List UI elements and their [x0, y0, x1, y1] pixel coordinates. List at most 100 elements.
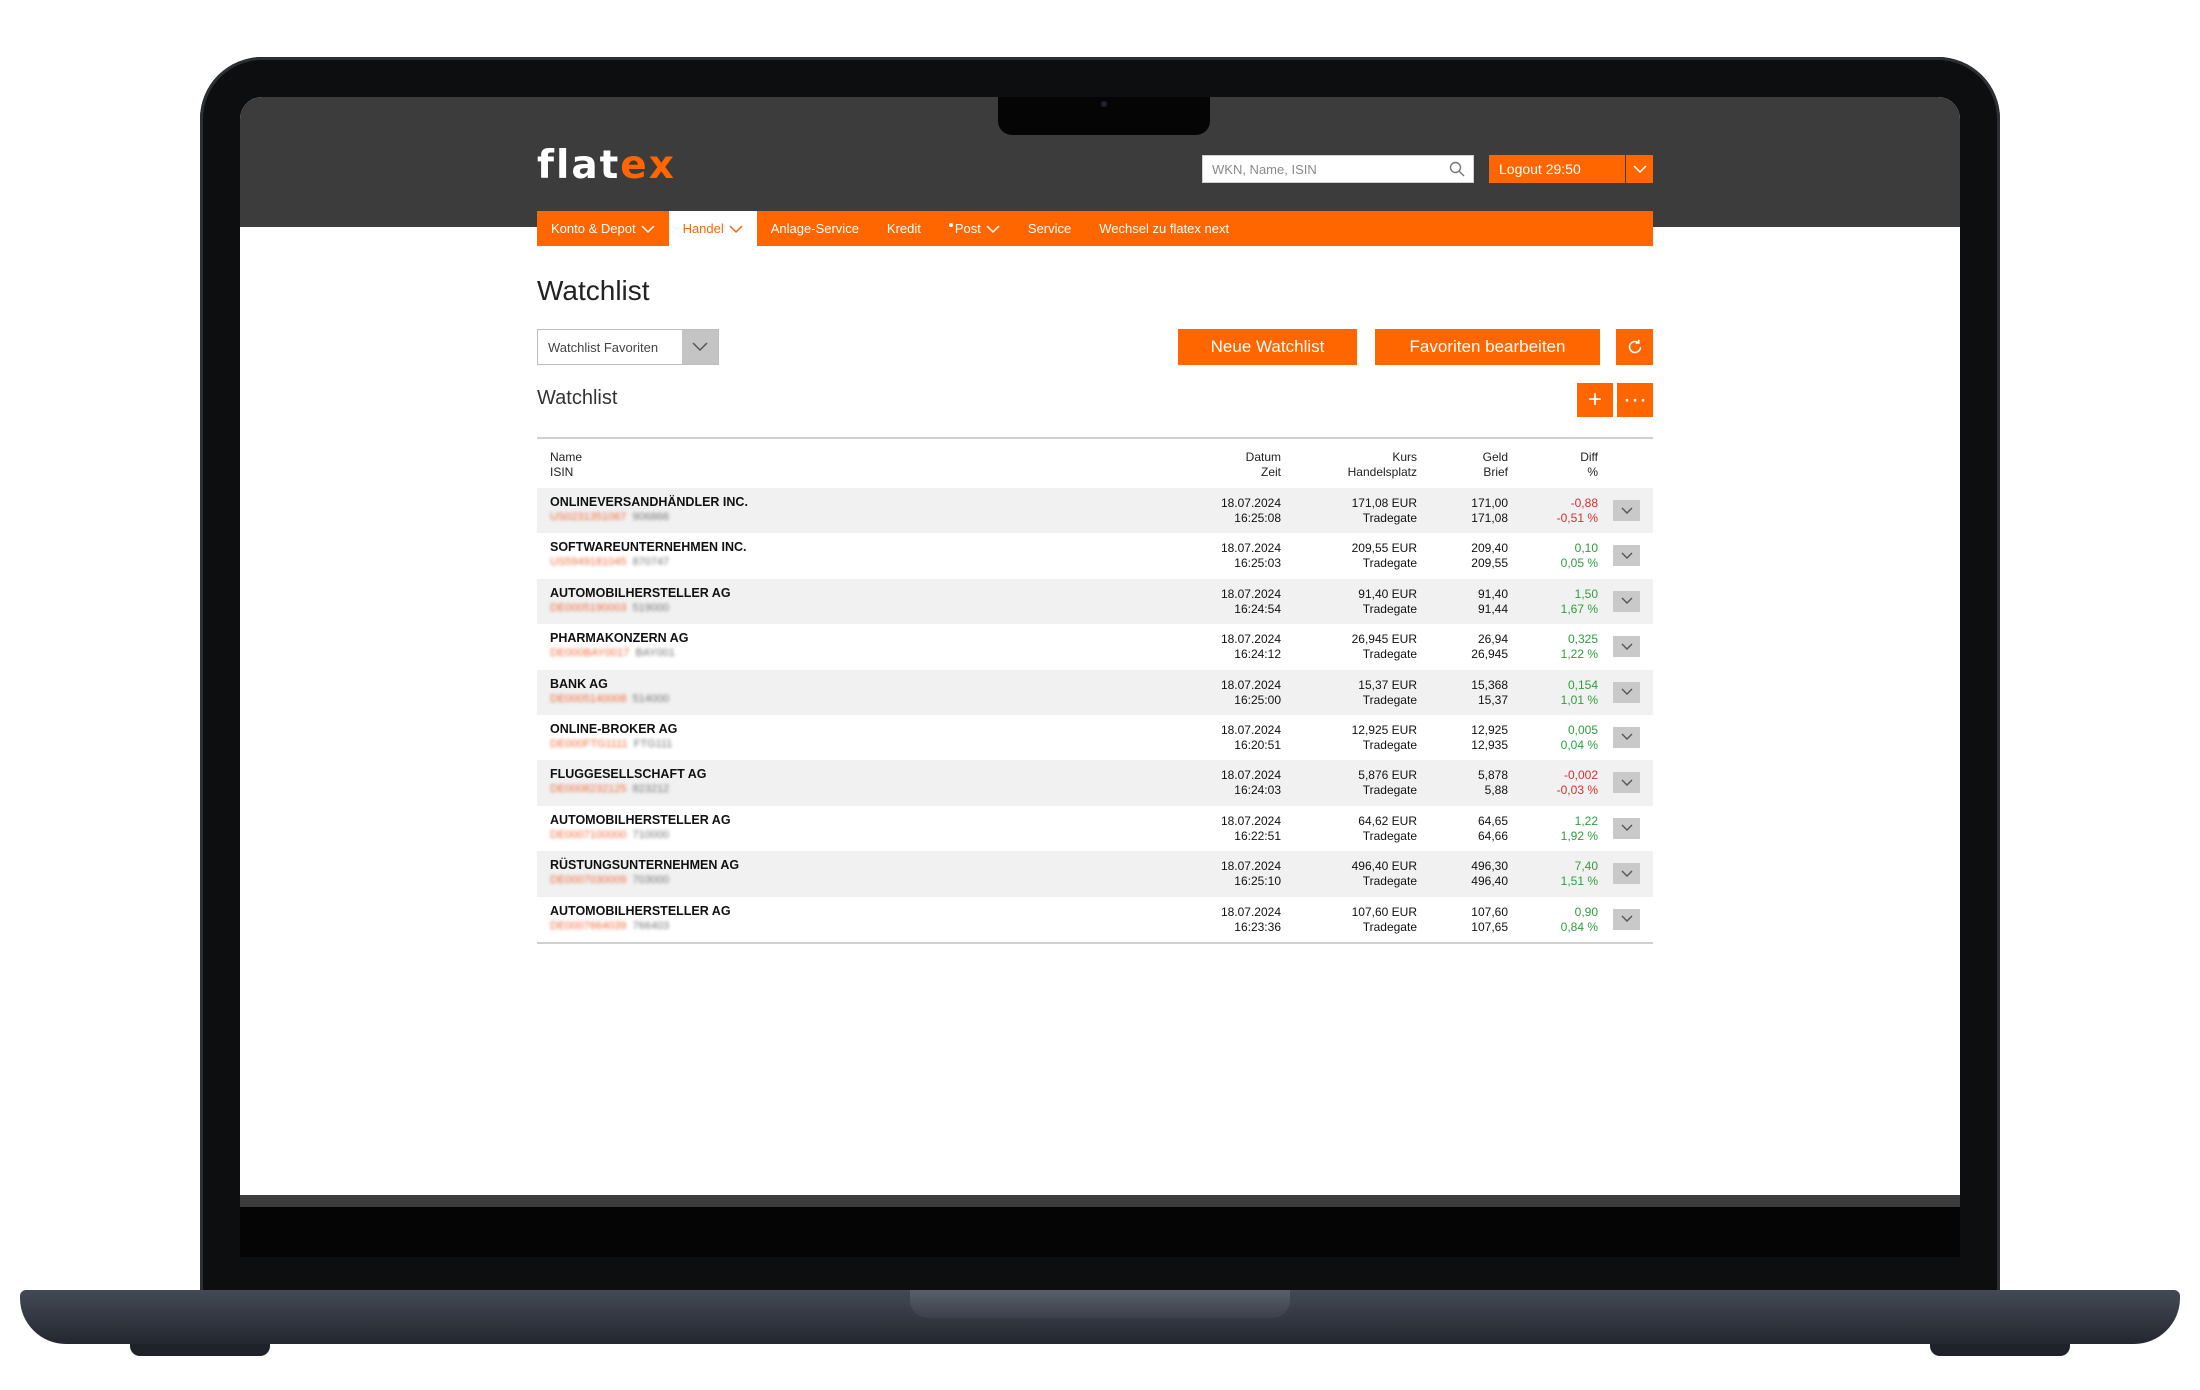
search-icon[interactable]: [1449, 161, 1465, 177]
security-isin: DE0005140008: [550, 692, 627, 705]
security-wkn: 710000: [632, 828, 670, 841]
table-row[interactable]: FLUGGESELLSCHAFT AG DE0008232125 823212 18.…: [537, 760, 1653, 806]
ask-price: 107,65: [1471, 919, 1508, 934]
header-isin: ISIN: [550, 465, 574, 479]
table-row[interactable]: ONLINEVERSANDHÄNDLER INC. US0231351067 906…: [537, 488, 1653, 534]
section-title: Watchlist: [537, 387, 618, 409]
security-wkn: 766403: [632, 919, 670, 932]
nav-item-post[interactable]: Post: [935, 211, 1014, 246]
price-diff: -0,002: [1563, 768, 1598, 783]
security-name[interactable]: RÜSTUNGSUNTERNEHMEN AG: [550, 858, 739, 873]
refresh-button[interactable]: [1616, 329, 1653, 365]
nav-item-konto-depot[interactable]: Konto & Depot: [537, 211, 669, 246]
search-input[interactable]: [1212, 161, 1442, 177]
security-isin: DE000BAY0017: [550, 647, 630, 660]
row-actions-dropdown[interactable]: [1613, 545, 1640, 567]
security-name[interactable]: AUTOMOBILHERSTELLER AG: [550, 813, 731, 828]
refresh-icon: [1628, 339, 1641, 354]
security-wkn: 870747: [632, 556, 670, 569]
security-name[interactable]: ONLINE-BROKER AG: [550, 722, 677, 737]
row-actions-dropdown[interactable]: [1613, 681, 1640, 703]
ask-price: 64,66: [1477, 828, 1508, 843]
quote-price: 496,40 EUR: [1351, 859, 1417, 874]
price-diff-pct: 1,51 %: [1560, 874, 1598, 889]
quote-time: 16:25:08: [1234, 511, 1281, 525]
camera-icon: [1101, 101, 1107, 107]
chevron-down-icon: [1621, 552, 1632, 559]
row-actions-dropdown[interactable]: [1613, 772, 1640, 794]
security-name[interactable]: AUTOMOBILHERSTELLER AG: [550, 904, 731, 919]
row-actions-dropdown[interactable]: [1613, 590, 1640, 612]
table-row[interactable]: ONLINE-BROKER AG DE000FTG1111 FTG111 18.07.…: [537, 715, 1653, 760]
more-options-button[interactable]: ···: [1617, 383, 1653, 417]
logout-dropdown[interactable]: [1626, 155, 1653, 183]
security-name[interactable]: ONLINEVERSANDHÄNDLER INC.: [550, 495, 748, 510]
security-wkn: 703000: [632, 874, 670, 887]
trading-venue: Tradegate: [1362, 556, 1417, 571]
price-diff: 7,40: [1574, 859, 1598, 874]
watchlist-select-toggle[interactable]: [682, 330, 718, 364]
table-row[interactable]: AUTOMOBILHERSTELLER AG DE0005190003 519000…: [537, 578, 1653, 625]
security-name[interactable]: FLUGGESELLSCHAFT AG: [550, 767, 706, 782]
laptop-hinge-notch: [910, 1290, 1290, 1318]
security-name[interactable]: AUTOMOBILHERSTELLER AG: [550, 586, 731, 601]
chevron-down-icon: [1621, 779, 1632, 786]
nav-item-anlage-service[interactable]: Anlage-Service: [757, 211, 873, 246]
row-actions-dropdown[interactable]: [1613, 908, 1640, 930]
chevron-down-icon: [1621, 643, 1632, 650]
quote-date: 18.07.2024: [1220, 677, 1281, 692]
quote-price: 26,945 EUR: [1351, 632, 1417, 647]
nav-item-service[interactable]: Service: [1014, 211, 1085, 246]
logout-button[interactable]: Logout 29:50: [1489, 155, 1625, 183]
header-name: Name: [550, 450, 583, 464]
table-row[interactable]: RÜSTUNGSUNTERNEHMEN AG DE0007030009 703000…: [537, 851, 1653, 897]
edit-favorites-button[interactable]: Favoriten bearbeiten: [1375, 329, 1600, 365]
row-actions-dropdown[interactable]: [1613, 636, 1640, 658]
row-actions-dropdown[interactable]: [1613, 817, 1640, 839]
security-wkn: 519000: [632, 601, 670, 614]
ask-price: 91,44: [1477, 601, 1508, 616]
quote-date: 18.07.2024: [1220, 813, 1281, 828]
nav-item-kredit[interactable]: Kredit: [873, 211, 935, 246]
trading-venue: Tradegate: [1362, 601, 1417, 616]
laptop-foot: [1930, 1344, 2070, 1356]
nav-item-handel[interactable]: Handel: [668, 211, 757, 246]
quote-price: 91,40 EUR: [1358, 586, 1417, 601]
row-actions-dropdown[interactable]: [1613, 500, 1640, 521]
security-isin: DE0005190003: [550, 601, 627, 614]
new-watchlist-button[interactable]: Neue Watchlist: [1178, 329, 1357, 365]
add-button[interactable]: +: [1577, 383, 1613, 417]
watchlist-select[interactable]: Watchlist Favoriten: [537, 329, 719, 365]
security-isin: US0231351067: [550, 511, 627, 523]
table-row[interactable]: AUTOMOBILHERSTELLER AG DE0007664039 766403…: [537, 897, 1653, 942]
table-row[interactable]: AUTOMOBILHERSTELLER AG DE0007100000 710000…: [537, 806, 1653, 851]
chevron-down-icon: [1621, 507, 1632, 514]
security-name[interactable]: PHARMAKONZERN AG: [550, 631, 688, 646]
security-isin: DE0007664039: [550, 919, 627, 932]
chevron-down-icon: [1621, 733, 1632, 741]
bid-price: 12,925: [1471, 722, 1508, 737]
row-actions-dropdown[interactable]: [1613, 863, 1640, 885]
quote-date: 18.07.2024: [1220, 541, 1281, 556]
table-row[interactable]: BANK AG DE0005140008 514000 18.07.2024 16:25…: [537, 669, 1653, 715]
nav-item-flatex-next[interactable]: Wechsel zu flatex next: [1085, 211, 1243, 246]
trading-venue: Tradegate: [1362, 511, 1417, 525]
quote-time: 16:25:10: [1234, 874, 1281, 889]
price-diff-pct: 1,67 %: [1560, 601, 1598, 616]
table-row[interactable]: SOFTWAREUNTERNEHMEN INC. US5949181045 8707…: [537, 533, 1653, 578]
price-diff: 0,325: [1567, 632, 1598, 647]
search-box[interactable]: [1202, 155, 1474, 183]
ask-price: 5,88: [1484, 783, 1508, 798]
trading-venue: Tradegate: [1362, 737, 1417, 752]
security-name[interactable]: BANK AG: [550, 677, 669, 692]
flatex-logo[interactable]: flatex: [537, 143, 676, 188]
page-title: Watchlist: [537, 275, 650, 306]
row-actions-dropdown[interactable]: [1613, 726, 1640, 748]
security-name[interactable]: SOFTWAREUNTERNEHMEN INC.: [550, 540, 747, 555]
header-brief: Brief: [1483, 465, 1508, 479]
notification-dot-icon: [948, 223, 953, 227]
chevron-down-icon: [1621, 824, 1632, 832]
trading-venue: Tradegate: [1362, 692, 1417, 707]
watchlist-table: Name ISIN Datum Zeit Kurs Handelsplatz Geld…: [537, 437, 1653, 944]
table-row[interactable]: PHARMAKONZERN AG DE000BAY0017 BAY001 18.07.…: [537, 624, 1653, 669]
